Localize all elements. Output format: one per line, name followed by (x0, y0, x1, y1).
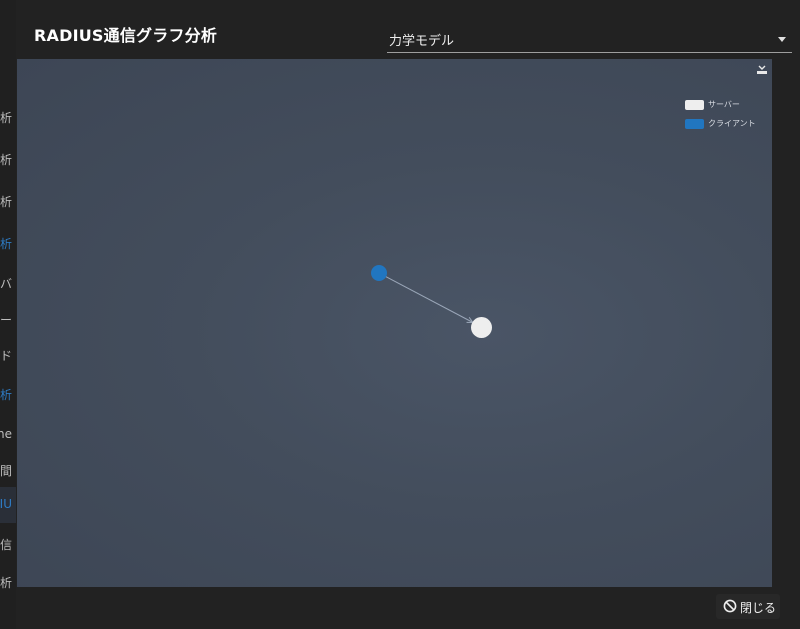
close-button-label: 閉じる (740, 601, 777, 615)
sidebar-item[interactable]: 析 (0, 193, 12, 210)
sidebar-item[interactable]: ーバ (0, 275, 12, 292)
sidebar-item[interactable]: 析 (0, 574, 12, 591)
sidebar-item[interactable]: ロー (0, 311, 12, 328)
sidebar-item[interactable]: 析 (0, 386, 12, 403)
sidebar-item[interactable]: S間 (0, 462, 12, 479)
sidebar-item[interactable]: 析 (0, 109, 12, 126)
sidebar-item[interactable]: 析 (0, 235, 12, 252)
sidebar-item[interactable]: アド (0, 347, 12, 364)
graph-edges (378, 272, 772, 587)
network-graph-canvas[interactable]: サーバー クライアント (17, 59, 772, 587)
sidebar-item[interactable]: 析 (0, 151, 12, 168)
close-button[interactable]: 閉じる (716, 594, 780, 619)
sidebar-item[interactable]: S通信 (0, 536, 12, 553)
sidebar-item[interactable]: DIU (0, 497, 12, 511)
sidebar-item[interactable]: erne (0, 427, 12, 441)
block-icon (723, 599, 737, 613)
chevron-down-icon[interactable] (778, 37, 786, 42)
server-node[interactable] (471, 317, 492, 338)
edge-client-server (378, 272, 472, 322)
client-node[interactable] (371, 265, 387, 281)
layout-select[interactable]: 力学モデル (387, 26, 792, 53)
dialog-title: RADIUS通信グラフ分析 (34, 26, 218, 45)
background-sidebar: 析析析析ーバローアド析erneS間DIUS通信析 (0, 0, 16, 629)
layout-select-value: 力学モデル (389, 34, 455, 49)
